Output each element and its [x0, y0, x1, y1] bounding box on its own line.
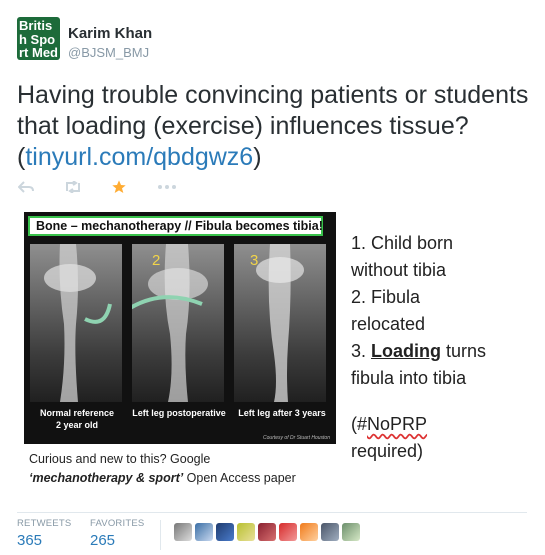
- retweets-count[interactable]: 365: [17, 532, 42, 549]
- more-icon: [158, 185, 176, 189]
- favoriter-avatars: [174, 523, 360, 541]
- side-line-6: fibula into tibia: [351, 368, 467, 388]
- retweets-label: RETWEETS: [17, 518, 72, 529]
- reply-icon: [18, 181, 34, 193]
- user-avatar[interactable]: [279, 523, 297, 541]
- avatar[interactable]: British Sport Medicine: [17, 17, 60, 60]
- bone-illustration-2: [110, 244, 208, 402]
- tweet-text: Having trouble convincing patients or st…: [17, 80, 532, 173]
- xray-panel: Bone – mechanotherapy // Fibula becomes …: [24, 212, 336, 444]
- caption-postoperative: Left leg postoperative: [132, 408, 226, 418]
- side-line-5-prefix: 3.: [351, 341, 372, 361]
- author-handle[interactable]: @BJSM_BMJ: [68, 45, 149, 60]
- user-avatar[interactable]: [237, 523, 255, 541]
- user-avatar[interactable]: [342, 523, 360, 541]
- side-line-7-noprp: NoPRP: [367, 414, 428, 434]
- xray-image-3: [234, 244, 326, 402]
- caption-after-3-years: Left leg after 3 years: [238, 408, 326, 418]
- side-line-5-suffix: turns: [441, 341, 487, 361]
- retweet-button[interactable]: [62, 178, 84, 196]
- favorite-button[interactable]: [110, 178, 128, 196]
- bone-illustration-1: [44, 244, 112, 402]
- media-footnote: Curious and new to this? Google ‘mechano…: [29, 450, 296, 488]
- media-side-notes: 1. Child born without tibia 2. Fibula re…: [351, 230, 486, 465]
- tweet-media-image[interactable]: Bone – mechanotherapy // Fibula becomes …: [17, 207, 527, 497]
- retweet-icon: [66, 181, 80, 193]
- side-line-2: without tibia: [351, 260, 447, 280]
- xray-image-1: [30, 244, 122, 402]
- footnote-search-term: ‘mechanotherapy & sport’: [29, 471, 184, 485]
- side-line-4: relocated: [351, 314, 426, 334]
- tweet-actions: [17, 178, 187, 196]
- stats-divider: [17, 512, 527, 513]
- side-spacer: [351, 392, 486, 411]
- side-line-3: 2. Fibula: [351, 287, 421, 307]
- side-line-5: 3. Loading turns: [351, 338, 486, 365]
- user-avatar[interactable]: [216, 523, 234, 541]
- panel-title: Bone – mechanotherapy // Fibula becomes …: [28, 216, 323, 236]
- side-line-1: 1. Child born: [351, 233, 454, 253]
- avatar-logo-text: British Sport Medicine: [19, 18, 58, 60]
- favorites-label: FAVORITES: [90, 518, 145, 529]
- stats-separator: [160, 520, 161, 550]
- side-line-7-prefix: (#: [351, 414, 368, 434]
- user-avatar[interactable]: [321, 523, 339, 541]
- footnote-line-1: Curious and new to this? Google: [29, 452, 211, 466]
- footnote-line-2: ‘mechanotherapy & sport’ Open Access pap…: [29, 469, 296, 488]
- reply-button[interactable]: [17, 178, 35, 196]
- user-avatar[interactable]: [195, 523, 213, 541]
- user-avatar[interactable]: [174, 523, 192, 541]
- side-line-7: (#NoPRP: [351, 411, 486, 438]
- author-name[interactable]: Karim Khan: [68, 25, 152, 42]
- bone-illustration-3: [256, 244, 304, 402]
- user-avatar[interactable]: [300, 523, 318, 541]
- favorites-count[interactable]: 265: [90, 532, 115, 549]
- side-line-5-loading: Loading: [371, 341, 442, 361]
- tweet-body-end: ): [253, 143, 262, 171]
- footnote-suffix: Open Access paper: [183, 471, 296, 485]
- more-button[interactable]: [156, 178, 178, 196]
- xray-image-2: [110, 244, 224, 402]
- image-number-2: 2: [152, 252, 161, 269]
- caption-normal-reference: Normal reference 2 year old: [39, 408, 115, 430]
- image-credit: Courtesy of Dr Stuart Houston: [263, 435, 330, 441]
- image-number-3: 3: [250, 252, 259, 269]
- tweet-link[interactable]: tinyurl.com/qbdgwz6: [25, 143, 253, 171]
- favorite-icon: [112, 180, 126, 193]
- user-avatar[interactable]: [258, 523, 276, 541]
- side-line-8: required): [351, 441, 424, 461]
